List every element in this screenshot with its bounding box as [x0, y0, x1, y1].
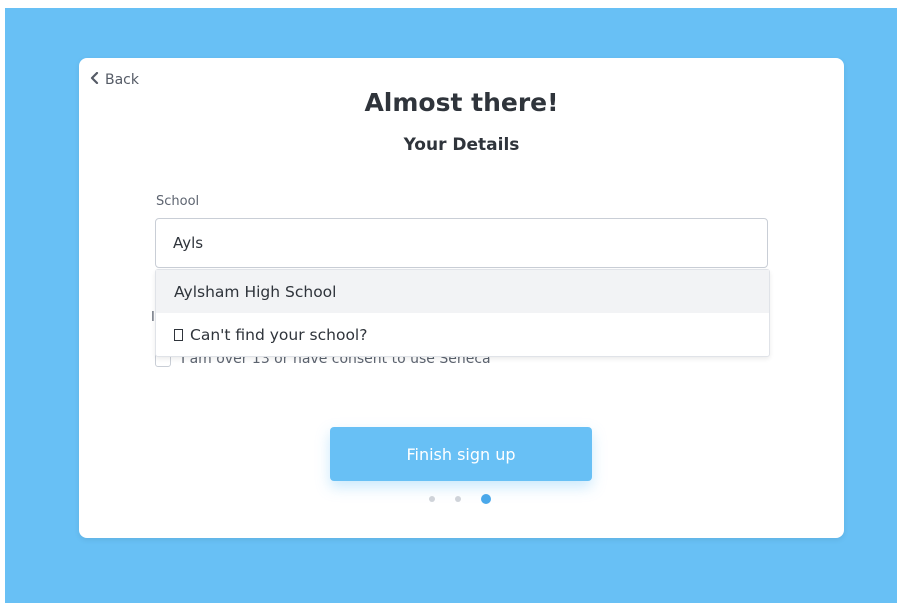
school-input[interactable] [155, 218, 768, 268]
chevron-left-icon [90, 71, 100, 88]
missing-glyph-icon [174, 328, 183, 341]
suggestion-label: Aylsham High School [174, 282, 337, 301]
cant-find-school-item[interactable]: Can't find your school? [156, 313, 769, 356]
signup-card: Back Almost there! Your Details School I… [79, 58, 844, 538]
cant-find-school-label: Can't find your school? [190, 325, 368, 344]
back-label: Back [105, 72, 139, 88]
progress-dot [455, 496, 461, 502]
back-link[interactable]: Back [90, 71, 139, 88]
progress-dots [429, 494, 491, 504]
progress-dot [429, 496, 435, 502]
school-suggestions-dropdown: Aylsham High School Can't find your scho… [155, 269, 770, 357]
progress-dot-active [481, 494, 491, 504]
finish-signup-button[interactable]: Finish sign up [330, 427, 592, 481]
school-field-label: School [156, 194, 200, 209]
suggestion-item[interactable]: Aylsham High School [156, 270, 769, 313]
section-subtitle: Your Details [403, 135, 520, 155]
page-title: Almost there! [364, 88, 559, 117]
page-background: Back Almost there! Your Details School I… [5, 8, 897, 603]
